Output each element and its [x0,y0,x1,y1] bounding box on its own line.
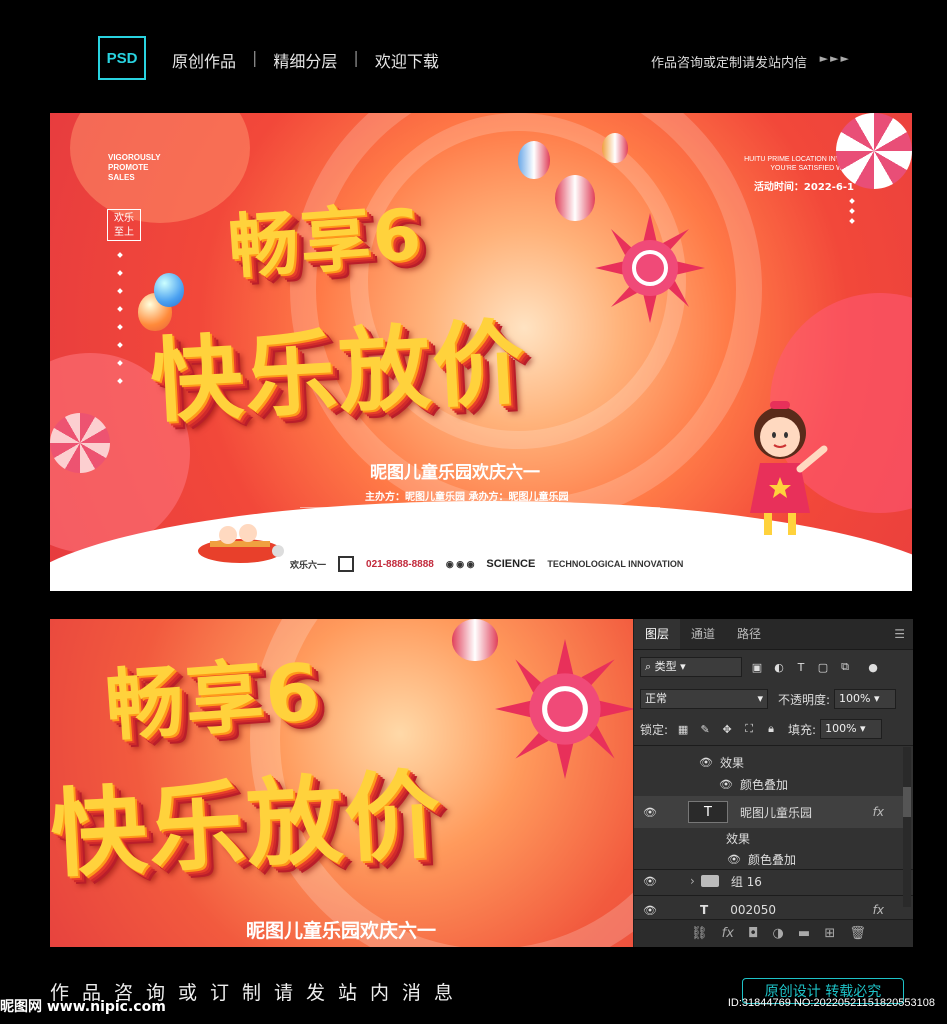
detail-preview: 畅享6 快乐放价 昵图儿童乐园欢庆六一 [50,619,633,947]
lock-transparent-icon[interactable]: ▦ [676,722,690,736]
smart-object-filter-icon[interactable]: ⧉ [838,660,852,674]
headline-line1: 畅享6 [225,193,426,289]
girl-character [750,401,828,535]
lock-brush-icon[interactable]: ✎ [698,722,712,736]
footer-brand: 欢乐六一 [290,559,327,570]
filter-row: ⌕ 类型 ▾ ▣ ◐ T ▢ ⧉ ● [634,657,913,677]
link-icon[interactable]: ⛓ [691,926,708,941]
tag-separator: | [252,48,258,67]
eye-icon[interactable]: 👁︎ [718,778,734,791]
tag-layered: 精细分层 [273,52,338,71]
stamp-joy: 欢乐 至上 [107,209,141,241]
layer-text-nitu[interactable]: 👁︎ T 昵图儿童乐园 fx [634,796,904,828]
site-watermark: 昵图网 www.nipic.com [0,999,166,1015]
new-layer-icon[interactable]: ⊞ [824,926,835,941]
top-bar: PSD 原创作品 | 精细分层 | 欢迎下载 作品咨询或定制请发站内信 ►►► [0,0,947,110]
hot-air-balloon-icon [452,619,498,661]
eye-icon[interactable]: 👁︎ [726,853,742,866]
search-icon: ⌕ [645,660,652,673]
footer-phone: 021-8888-8888 [366,558,434,570]
lock-all-icon[interactable]: 🔒︎ [764,722,778,736]
header-tags: 原创作品 | 精细分层 | 欢迎下载 [172,48,439,72]
fill-input[interactable]: 100% ▾ [820,719,883,739]
lollipop-icon [836,113,912,189]
poster-subtitle: 昵图儿童乐园欢庆六一 [370,463,540,483]
panel-menu-icon[interactable]: ☰ [894,627,905,641]
text-filter-icon[interactable]: T [794,660,808,674]
trash-icon[interactable]: 🗑︎ [849,926,866,941]
layers-panel: 图层 通道 路径 ☰ ⌕ 类型 ▾ ▣ ◐ T ▢ ⧉ ● 正常 ▾ 不透明度: … [633,619,913,947]
eye-icon[interactable]: 👁︎ [642,875,658,888]
fx-icon[interactable]: fx [873,805,884,819]
id-watermark: ID:31844769 NO:20220521151820553108 [727,997,935,1009]
tab-channels[interactable]: 通道 [680,619,726,649]
panel-bottom-toolbar: ⛓ fx ◘ ◑ ▬ ⊞ 🗑︎ [634,919,913,947]
badge-icons: ◉ ◉ ◉ [445,558,475,569]
eye-icon[interactable]: 👁︎ [642,904,658,917]
eye-icon[interactable]: 👁︎ [698,756,714,769]
text-layer-icon: T [700,903,709,917]
footer-tech: TECHNOLOGICAL INNOVATION [547,559,684,569]
fx-button-icon[interactable]: fx [722,926,734,941]
promo-text: VIGOROUSLY PROMOTE SALES [108,153,161,182]
opacity-input[interactable]: 100% ▾ [834,689,897,709]
folder-icon [700,875,719,887]
detail-headline-line2: 快乐放价 [50,758,446,892]
detail-subtitle: 昵图儿童乐园欢庆六一 [246,920,437,942]
psd-badge: PSD [98,36,146,80]
balloon-icon [154,273,184,307]
panel-tabs: 图层 通道 路径 ☰ [634,619,913,650]
hot-air-balloon-icon [518,141,550,179]
image-filter-icon[interactable]: ▣ [750,660,764,674]
opacity-label: 不透明度: [778,692,831,707]
airplane-kids-icon [198,524,284,563]
hot-air-balloon-icon [555,175,595,221]
shape-filter-icon[interactable]: ▢ [816,660,830,674]
headline-line2: 快乐放价 [147,309,529,436]
diamond-dots [849,198,856,229]
filter-select[interactable]: ⌕ 类型 ▾ [640,657,742,677]
tag-download: 欢迎下载 [374,52,439,71]
mask-icon[interactable]: ◘ [748,926,758,941]
tab-layers[interactable]: 图层 [634,619,681,649]
layer-group-16[interactable]: 👁︎ › 组 16 [634,868,904,894]
sun-flower-icon [595,213,705,323]
lock-artboard-icon[interactable]: ⛶ [742,722,756,736]
lock-row: 锁定: ▦ ✎ ✥ ⛶ 🔒︎ 填充: 100% ▾ [634,719,913,739]
poster-footer: 欢乐六一 021-8888-8888 ◉ ◉ ◉ SCIENCE TECHNOL… [290,556,683,572]
tab-paths[interactable]: 路径 [726,619,772,649]
footer-science: SCIENCE [486,558,536,570]
detail-headline-line1: 畅享6 [102,647,325,753]
event-time: 活动时间：2022-6-1 [753,182,854,193]
text-layer-thumbnail: T [688,801,728,823]
poster-organizers: 主办方：昵图儿童乐园 承办方：昵图儿童乐园 [365,492,569,503]
new-group-icon[interactable]: ▬ [798,926,810,941]
fx-icon[interactable]: fx [873,903,884,917]
eye-icon[interactable]: 👁︎ [642,806,658,819]
layers-scrollbar[interactable] [903,747,911,907]
fine-print-lines [300,506,660,520]
tag-separator: | [353,48,359,67]
contact-text: 作品咨询或定制请发站内信 [650,56,807,71]
diamond-dots [117,252,124,397]
qr-icon [338,556,355,572]
blend-row: 正常 ▾ 不透明度: 100% ▾ [634,689,913,709]
adjustment-filter-icon[interactable]: ◐ [772,660,786,674]
sun-flower-icon [495,639,633,779]
arrow-icons: ►►► [819,52,851,65]
chevron-right-icon[interactable]: › [690,874,695,888]
hot-air-balloon-icon [602,133,628,163]
filter-toggle-icon[interactable]: ● [866,660,880,674]
tag-original: 原创作品 [172,52,237,71]
layer-color-overlay[interactable]: 👁︎ 颜色叠加 [634,771,904,797]
fill-label: 填充: [788,722,817,737]
hero-poster: VIGOROUSLY PROMOTE SALES 欢乐 至上 HUITU PRI… [50,113,912,591]
blend-mode-select[interactable]: 正常 ▾ [640,689,768,709]
lock-label: 锁定: [640,722,669,737]
lollipop-icon [50,413,110,473]
adjustment-icon[interactable]: ◑ [772,926,783,941]
lock-move-icon[interactable]: ✥ [720,722,734,736]
